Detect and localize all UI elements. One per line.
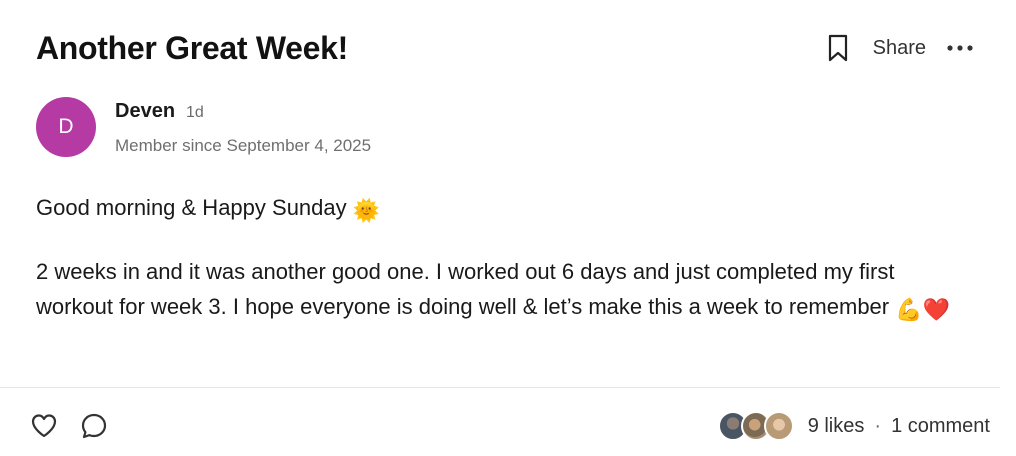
author-name[interactable]: Deven xyxy=(115,100,175,123)
heart-icon[interactable] xyxy=(30,413,58,439)
post-time: 1d xyxy=(186,104,204,121)
comments-count[interactable]: 1 comment xyxy=(891,415,990,438)
comment-icon[interactable] xyxy=(80,412,108,440)
avatar[interactable]: D xyxy=(36,97,96,157)
sun-emoji: 🌞 xyxy=(352,198,381,223)
body-paragraph: 2 weeks in and it was another good one. … xyxy=(36,254,966,327)
body-text: 2 weeks in and it was another good one. … xyxy=(36,259,895,319)
greeting-paragraph: Good morning & Happy Sunday 🌞 xyxy=(36,190,966,228)
divider xyxy=(0,387,1000,388)
post-title: Another Great Week! xyxy=(36,29,349,66)
author-line: Deven 1d xyxy=(115,100,371,123)
flex-heart-emoji: 💪❤️ xyxy=(895,297,951,322)
author-block: D Deven 1d Member since September 4, 202… xyxy=(36,97,371,159)
reaction-actions xyxy=(30,412,108,440)
likes-count[interactable]: 9 likes xyxy=(808,415,865,438)
bookmark-icon[interactable] xyxy=(825,33,851,63)
post-card: Another Great Week! Share D Deven 1d Mem… xyxy=(0,0,1016,456)
post-footer: 9 likes · 1 comment xyxy=(30,405,990,447)
header-actions: Share xyxy=(825,33,976,63)
share-button[interactable]: Share xyxy=(873,37,926,60)
post-header: Another Great Week! Share xyxy=(36,26,976,70)
liker-avatars[interactable] xyxy=(717,411,794,441)
greeting-text: Good morning & Happy Sunday xyxy=(36,195,347,220)
engagement-summary: 9 likes · 1 comment xyxy=(717,411,990,441)
liker-avatar xyxy=(763,411,794,441)
post-body: Good morning & Happy Sunday 🌞 2 weeks in… xyxy=(36,190,966,327)
more-options-icon[interactable] xyxy=(944,38,976,58)
separator-dot: · xyxy=(874,414,882,437)
member-since: Member since September 4, 2025 xyxy=(115,136,372,155)
author-meta: Deven 1d Member since September 4, 2025 xyxy=(115,100,371,156)
